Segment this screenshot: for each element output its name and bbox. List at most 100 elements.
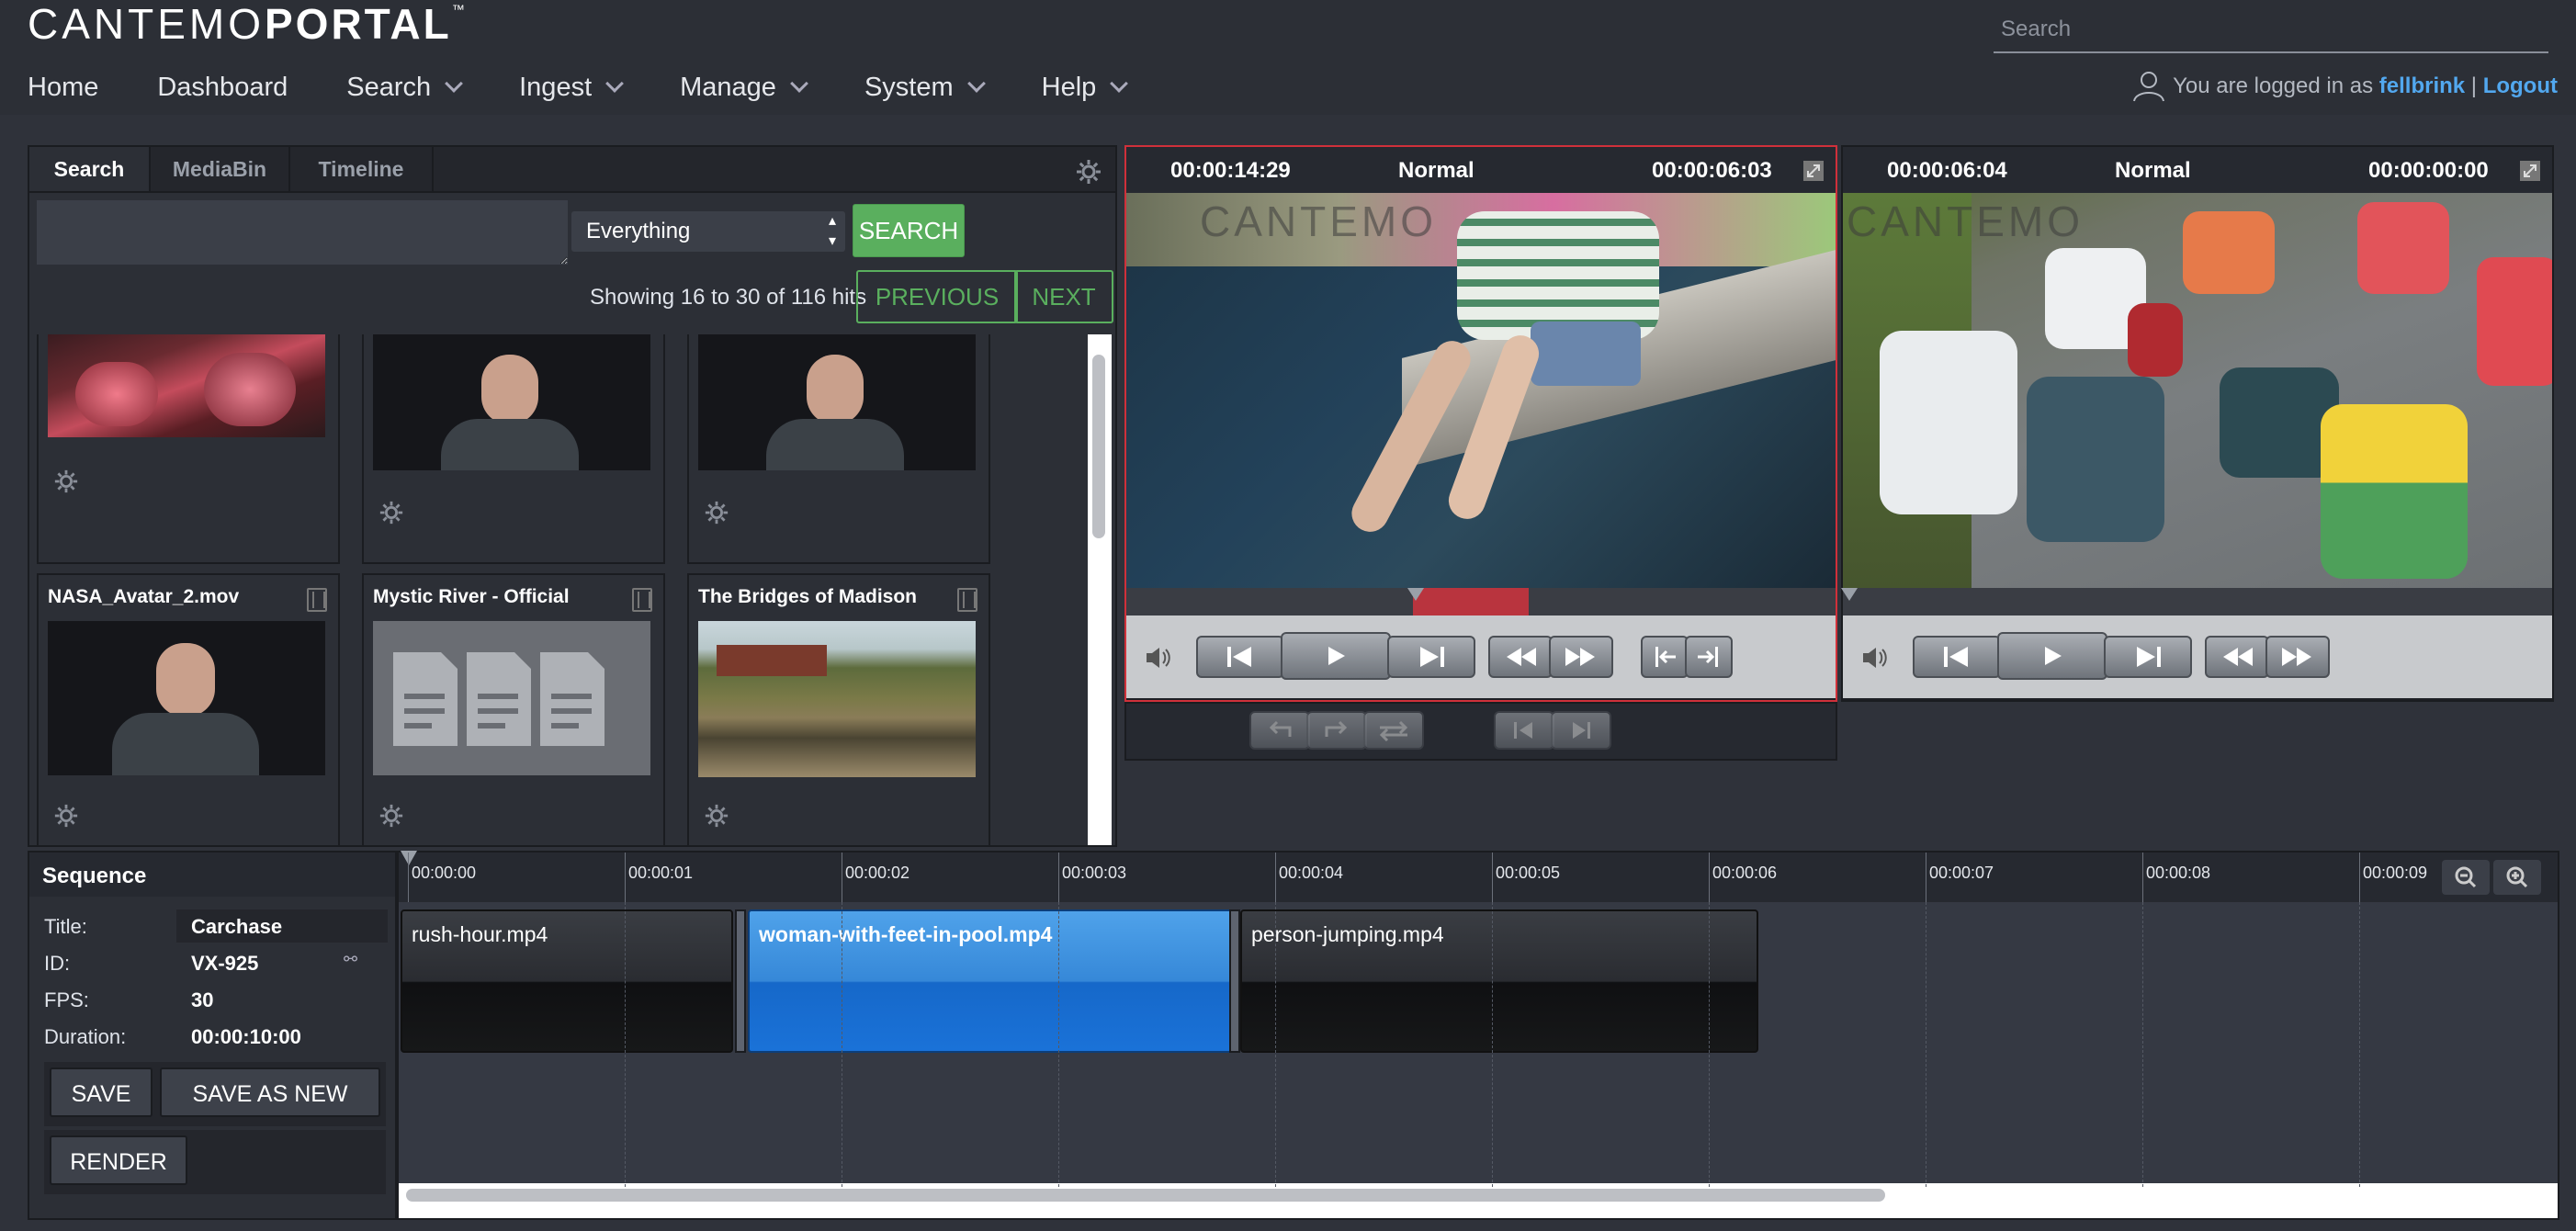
trim-handle[interactable]	[735, 909, 746, 1053]
mark-out-button[interactable]	[1685, 636, 1733, 678]
result-thumbnail[interactable]	[698, 621, 976, 777]
volume-icon[interactable]	[1145, 645, 1172, 671]
result-thumbnail[interactable]	[698, 334, 976, 470]
link-icon[interactable]: ⚯	[344, 950, 357, 969]
timeline-clip[interactable]: person-jumping.mp4	[1240, 909, 1758, 1053]
gear-icon[interactable]	[378, 500, 404, 525]
rewind-button[interactable]	[2205, 636, 2269, 678]
search-scope-select[interactable]: Everything ▴ ▾	[571, 211, 845, 252]
gear-icon[interactable]	[704, 500, 729, 525]
nav-search[interactable]: Search	[346, 73, 464, 103]
title-value[interactable]: Carchase	[191, 915, 282, 939]
zoom-in-button[interactable]	[2493, 860, 2541, 895]
nav-ingest[interactable]: Ingest	[519, 73, 625, 103]
ruler-tick	[2359, 853, 2360, 902]
sequence-timeline[interactable]: rush-hour.mp4 woman-with-feet-in-pool.mp4…	[397, 851, 2559, 1220]
gear-icon[interactable]	[378, 803, 404, 829]
loop-button[interactable]	[1363, 711, 1424, 750]
result-card[interactable]	[687, 334, 990, 564]
speed-label[interactable]: Normal	[2115, 158, 2191, 184]
result-title[interactable]: NASA_Avatar_2.mov	[48, 586, 288, 608]
next-button[interactable]: NEXT	[1014, 270, 1113, 323]
result-card[interactable]: The Bridges of Madison	[687, 573, 990, 845]
player-scrubber[interactable]	[1126, 588, 1836, 616]
skip-to-end-button[interactable]	[1387, 636, 1475, 678]
gear-icon[interactable]	[1075, 158, 1102, 186]
redo-button[interactable]	[1306, 711, 1367, 750]
gear-icon[interactable]	[704, 803, 729, 829]
gear-icon[interactable]	[53, 803, 79, 829]
save-button[interactable]: SAVE	[50, 1067, 153, 1117]
timeline-clip[interactable]: rush-hour.mp4	[401, 909, 733, 1053]
fast-forward-button[interactable]	[1549, 636, 1613, 678]
play-button[interactable]	[1997, 632, 2107, 680]
clip-label: woman-with-feet-in-pool.mp4	[759, 922, 1053, 946]
nav-home[interactable]: Home	[28, 73, 98, 103]
result-card[interactable]: Mystic River - Official	[362, 573, 665, 845]
timeline-clip[interactable]: woman-with-feet-in-pool.mp4	[748, 909, 1240, 1053]
save-as-new-button[interactable]: SAVE AS NEW	[160, 1067, 380, 1117]
global-search-input[interactable]	[1994, 7, 2548, 53]
scrub-range[interactable]	[1413, 588, 1529, 616]
mark-in-button[interactable]	[1641, 636, 1689, 678]
search-query-input[interactable]	[37, 200, 568, 265]
username-link[interactable]: fellbrink	[2379, 73, 2465, 99]
undo-button[interactable]	[1249, 711, 1310, 750]
skip-to-start-button[interactable]	[1196, 636, 1284, 678]
next-edit-button[interactable]	[1551, 711, 1611, 750]
result-thumbnail[interactable]	[373, 334, 650, 470]
tab-mediabin[interactable]: MediaBin	[151, 147, 290, 191]
chevron-down-icon	[790, 74, 808, 93]
fullscreen-icon[interactable]	[2519, 160, 2541, 182]
result-card[interactable]	[37, 334, 340, 564]
result-card[interactable]	[362, 334, 665, 564]
trim-handle[interactable]	[1229, 909, 1240, 1053]
edit-controls	[1124, 702, 1837, 761]
video-frame-pool[interactable]: CANTEMO	[1126, 193, 1836, 588]
result-thumbnail[interactable]	[48, 334, 325, 437]
result-title[interactable]: The Bridges of Madison	[698, 586, 939, 608]
skip-to-start-button[interactable]	[1913, 636, 2001, 678]
previous-edit-button[interactable]	[1494, 711, 1554, 750]
fullscreen-icon[interactable]	[1802, 160, 1825, 182]
timeline-gridline	[625, 902, 626, 1187]
watermark: CANTEMO	[1847, 198, 2084, 245]
scrub-marker[interactable]	[1407, 588, 1424, 601]
volume-icon[interactable]	[1861, 645, 1889, 671]
rewind-button[interactable]	[1488, 636, 1553, 678]
timeline-gridline	[2142, 902, 2143, 1187]
nav-dashboard[interactable]: Dashboard	[157, 73, 288, 103]
player-scrubber[interactable]	[1841, 588, 2552, 616]
result-thumbnail[interactable]	[48, 621, 325, 775]
scrub-marker[interactable]	[1841, 588, 1858, 601]
result-card[interactable]: NASA_Avatar_2.mov	[37, 573, 340, 845]
video-frame-traffic[interactable]: CANTEMO	[1843, 193, 2552, 588]
fast-forward-button[interactable]	[2265, 636, 2330, 678]
ruler-tick	[1709, 853, 1710, 902]
results-scrollbar-thumb[interactable]	[1092, 355, 1105, 538]
gear-icon[interactable]	[53, 469, 79, 494]
logout-link[interactable]: Logout	[2483, 73, 2558, 99]
result-title[interactable]: Mystic River - Official	[373, 586, 614, 608]
zoom-out-button[interactable]	[2442, 860, 2490, 895]
speed-label[interactable]: Normal	[1398, 158, 1474, 184]
cantemo-portal-logo[interactable]: CANTEMOPORTAL™	[28, 0, 468, 48]
play-button[interactable]	[1281, 632, 1391, 680]
fps-value: 30	[191, 988, 214, 1011]
tab-timeline[interactable]: Timeline	[290, 147, 434, 191]
player-controls	[1126, 616, 1836, 698]
nav-system[interactable]: System	[864, 73, 986, 103]
nav-help[interactable]: Help	[1042, 73, 1129, 103]
search-panel-tabs: Search MediaBin Timeline	[29, 147, 1115, 193]
render-button[interactable]: RENDER	[50, 1135, 187, 1185]
previous-button[interactable]: PREVIOUS	[856, 270, 1018, 323]
document-placeholder-icon[interactable]	[373, 621, 650, 775]
tab-search[interactable]: Search	[29, 147, 151, 191]
timecode-out: 00:00:06:03	[1652, 158, 1772, 183]
search-button[interactable]: SEARCH	[853, 204, 965, 257]
timeline-ruler[interactable]	[399, 853, 2558, 902]
timeline-scrollbar-thumb[interactable]	[406, 1189, 1885, 1202]
skip-to-end-button[interactable]	[2104, 636, 2192, 678]
nav-manage[interactable]: Manage	[680, 73, 808, 103]
ruler-tick	[625, 853, 626, 902]
